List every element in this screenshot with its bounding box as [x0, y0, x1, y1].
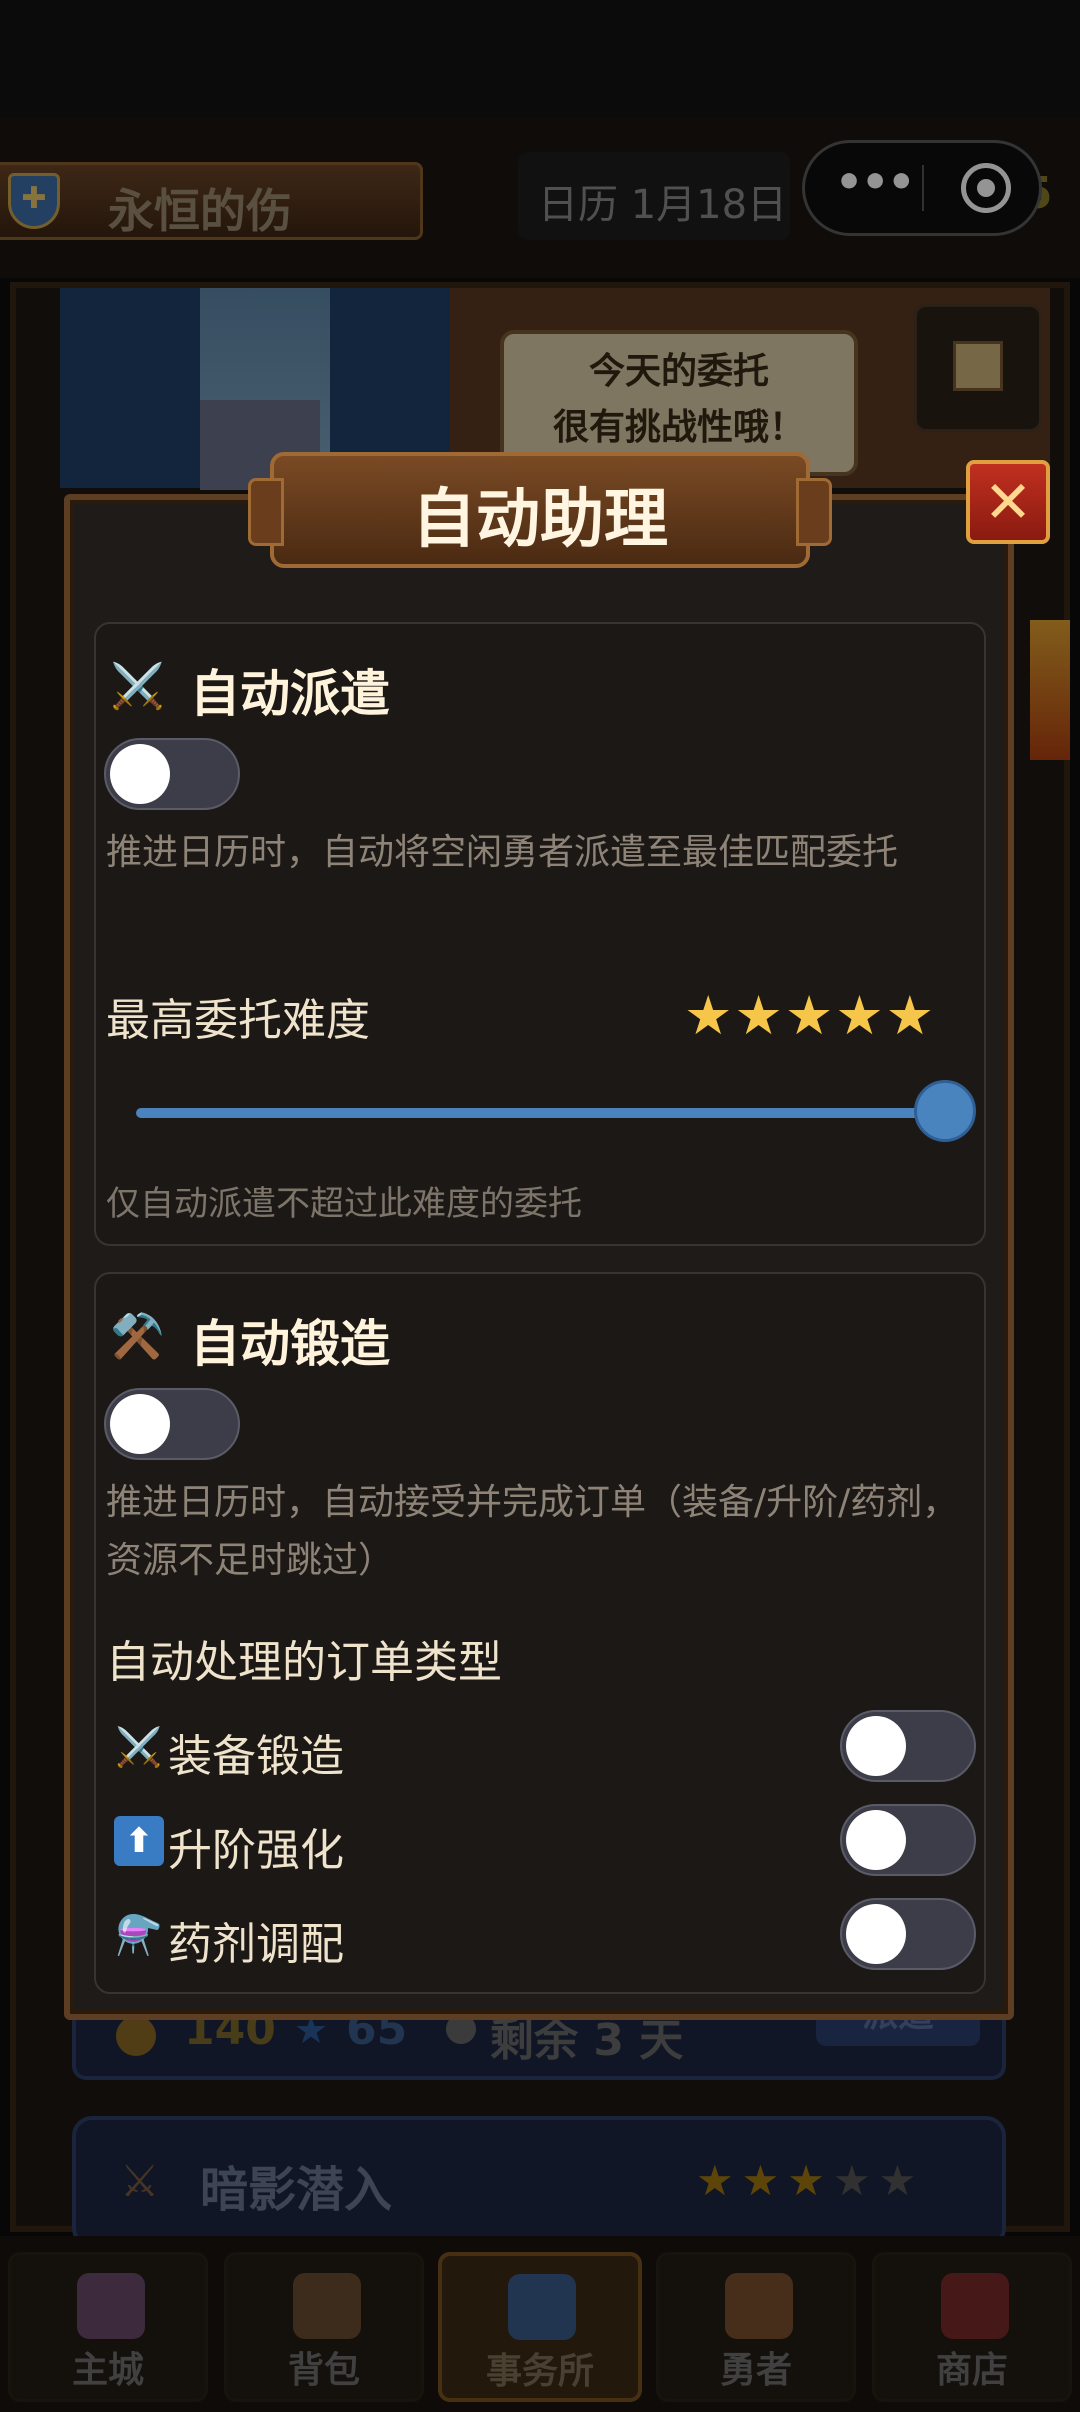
toggle-knob [846, 1904, 906, 1964]
auto-forge-toggle[interactable] [104, 1388, 240, 1460]
order-type-potion: ⚗️ 药剂调配 [106, 1898, 976, 1978]
dialog-title-plate: 自动助理 [248, 452, 832, 568]
dialog-title: 自动助理 [412, 483, 668, 557]
equipment-forge-toggle[interactable] [840, 1710, 976, 1782]
order-types-label: 自动处理的订单类型 [106, 1637, 502, 1688]
anvil-icon: ⚒️ [110, 1311, 165, 1362]
close-button[interactable]: ✕ [966, 460, 1050, 544]
crossed-swords-icon: ⚔️ [110, 661, 165, 712]
toggle-knob [846, 1810, 906, 1870]
auto-dispatch-description: 推进日历时，自动将空闲勇者派遣至最佳匹配委托 [106, 832, 899, 873]
upgrade-arrow-icon: ⬆ [114, 1816, 164, 1866]
close-icon: ✕ [983, 468, 1033, 536]
auto-dispatch-toggle[interactable] [104, 738, 240, 810]
order-type-label: 升阶强化 [168, 1825, 344, 1876]
auto-forge-title: 自动锻造 [190, 1315, 390, 1373]
auto-forge-card: ⚒️ 自动锻造 推进日历时，自动接受并完成订单（装备/升阶/药剂，资源不足时跳过… [94, 1272, 986, 1994]
auto-dispatch-card: ⚔️ 自动派遣 推进日历时，自动将空闲勇者派遣至最佳匹配委托 最高委托难度 ★★… [94, 622, 986, 1246]
potion-icon: ⚗️ [115, 1913, 163, 1957]
upgrade-toggle[interactable] [840, 1804, 976, 1876]
toggle-knob [110, 744, 170, 804]
order-type-upgrade: ⬆ 升阶强化 [106, 1804, 976, 1884]
toggle-knob [846, 1716, 906, 1776]
toggle-knob [110, 1394, 170, 1454]
order-type-label: 药剂调配 [168, 1919, 344, 1970]
difficulty-slider-track[interactable] [136, 1108, 946, 1118]
order-type-label: 装备锻造 [168, 1731, 344, 1782]
auto-forge-description: 推进日历时，自动接受并完成订单（装备/升阶/药剂，资源不足时跳过） [106, 1482, 959, 1581]
potion-toggle[interactable] [840, 1898, 976, 1970]
order-type-equipment: ⚔️ 装备锻造 [106, 1710, 976, 1790]
crossed-swords-icon: ⚔️ [115, 1725, 163, 1769]
max-difficulty-label: 最高委托难度 [106, 995, 370, 1046]
difficulty-stars: ★★★★★ [684, 984, 937, 1047]
auto-dispatch-title: 自动派遣 [190, 665, 390, 723]
difficulty-hint: 仅自动派遣不超过此难度的委托 [106, 1184, 582, 1224]
difficulty-slider-handle[interactable] [914, 1080, 976, 1142]
